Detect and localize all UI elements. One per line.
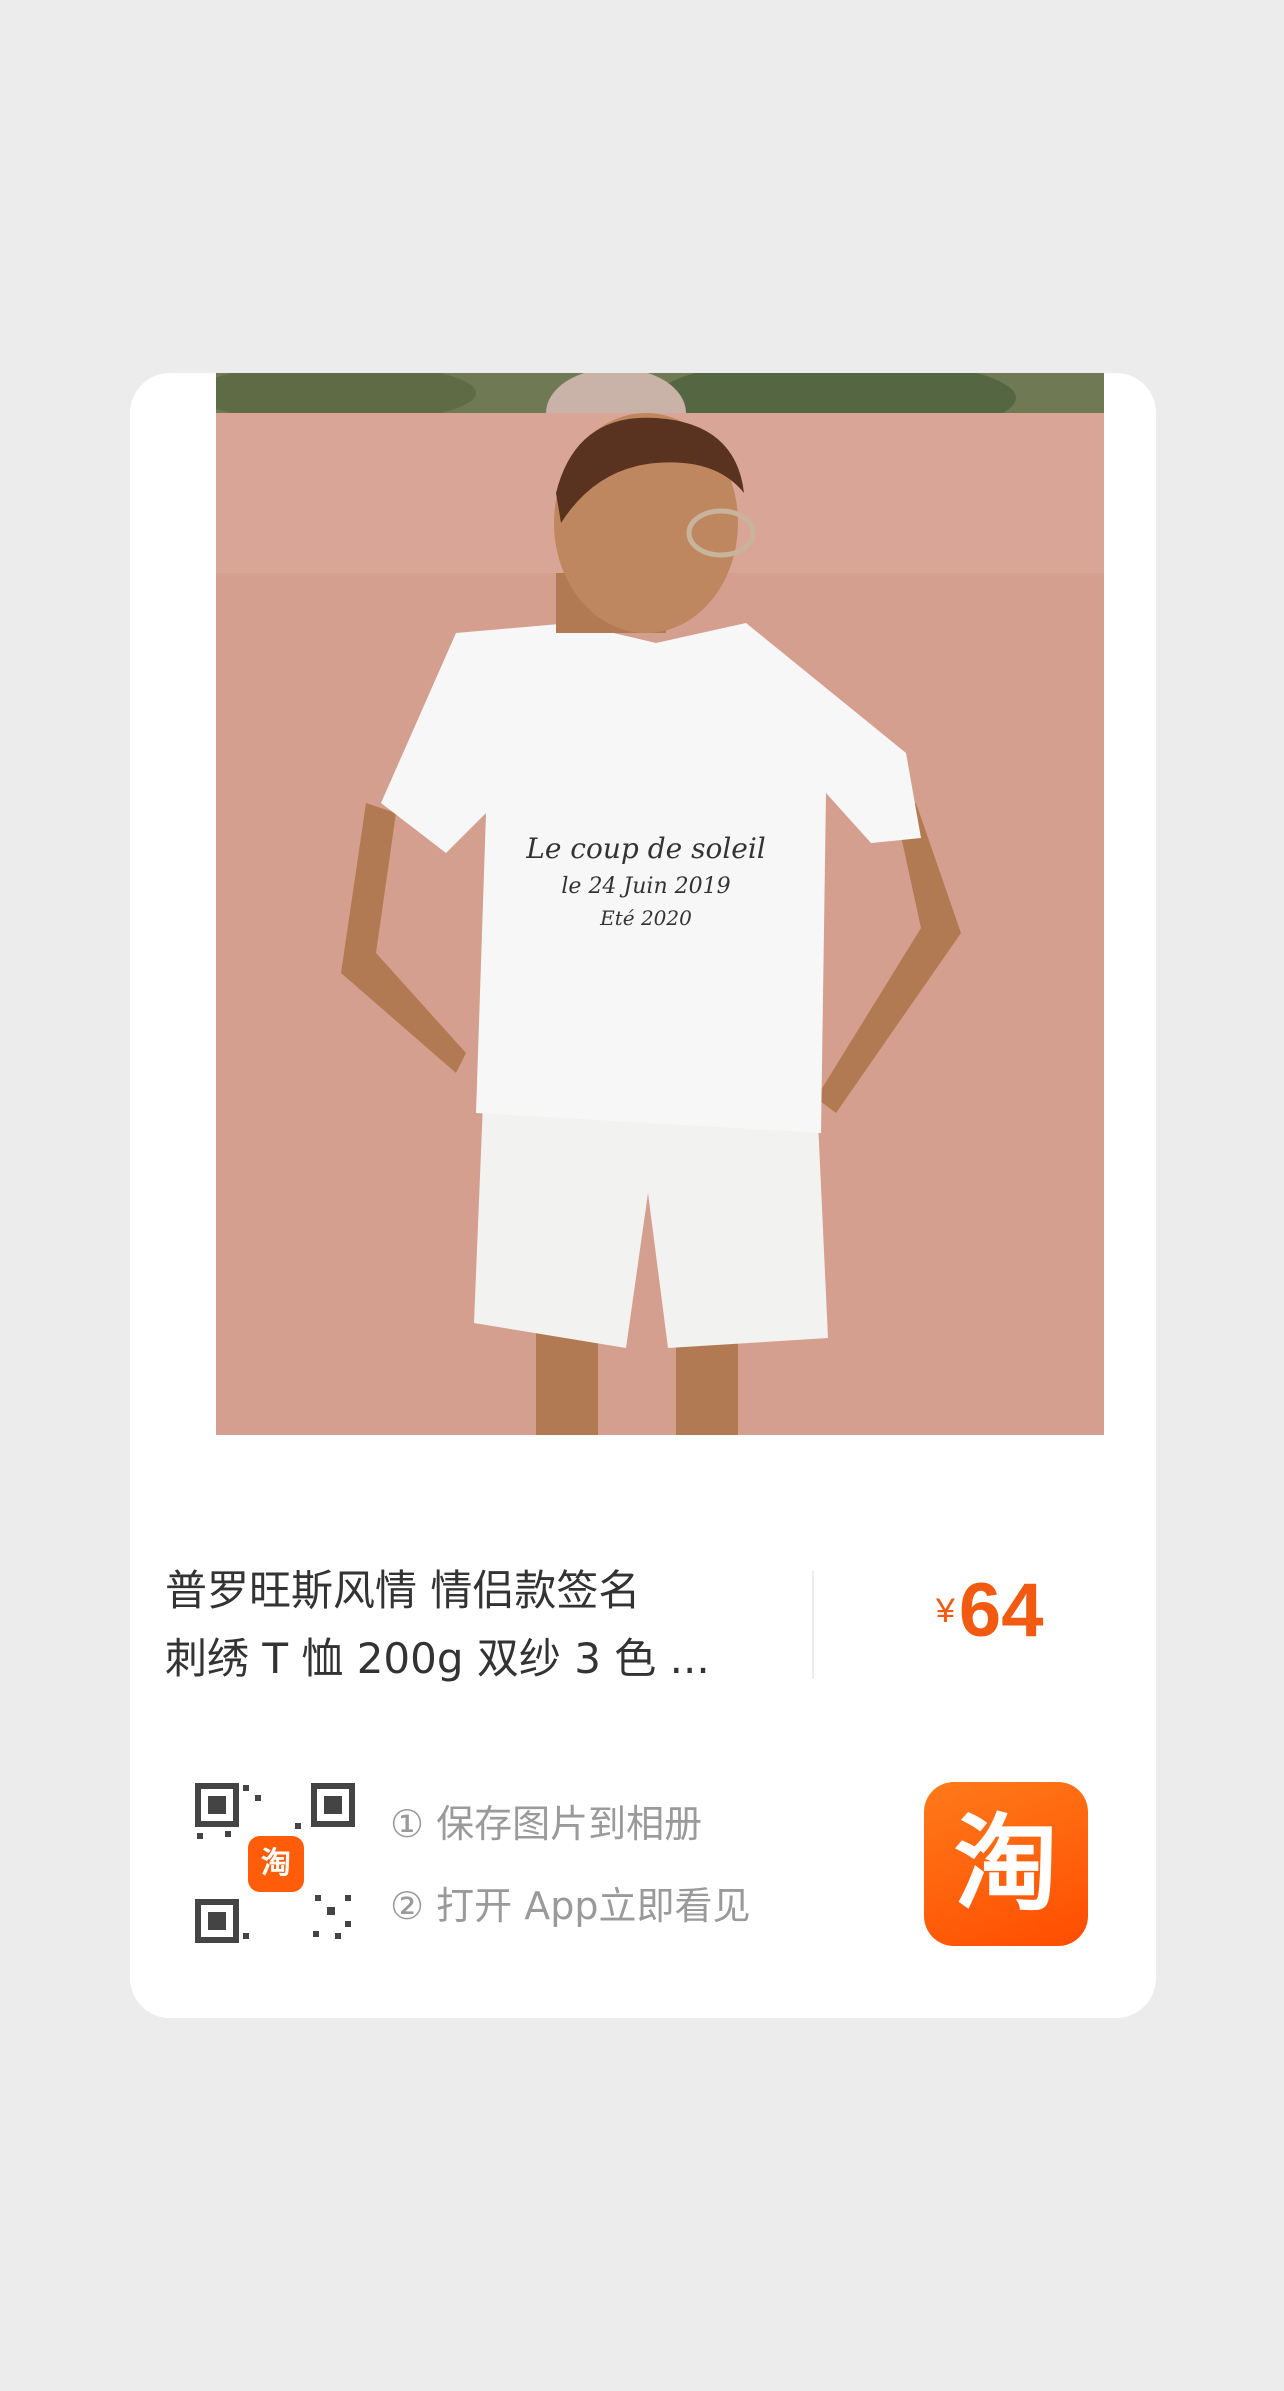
product-info-row: 普罗旺斯风情 情侣款签名 刺绣 T 恤 200g 双纱 3 色 ... ¥64: [130, 1557, 1156, 1687]
shirt-text-line3: Eté 2020: [599, 906, 692, 930]
price: ¥64: [936, 1567, 1043, 1654]
shirt-text-line1: Le coup de soleil: [525, 832, 766, 865]
instruction-step1: ① 保存图片到相册: [390, 1802, 703, 1846]
instruction-step2: ② 打开 App立即看见: [390, 1884, 751, 1928]
shirt-text-line2: le 24 Juin 2019: [561, 874, 730, 899]
share-instructions: ① 保存图片到相册 ② 打开 App立即看见: [390, 1783, 810, 1947]
product-title[interactable]: 普罗旺斯风情 情侣款签名 刺绣 T 恤 200g 双纱 3 色 ...: [165, 1557, 765, 1693]
share-card: Le coup de soleil le 24 Juin 2019 Eté 20…: [130, 373, 1156, 2018]
product-image: Le coup de soleil le 24 Juin 2019 Eté 20…: [216, 373, 1104, 1435]
product-title-line1: 普罗旺斯风情 情侣款签名: [165, 1566, 641, 1615]
currency-symbol: ¥: [936, 1592, 955, 1630]
price-amount: 64: [958, 1568, 1044, 1653]
qr-logo: 淘: [248, 1836, 304, 1892]
taobao-app-icon[interactable]: 淘: [924, 1782, 1088, 1946]
product-title-line2: 刺绣 T 恤 200g 双纱 3 色 ...: [165, 1634, 710, 1683]
qr-code[interactable]: 淘: [195, 1783, 355, 1943]
divider: [812, 1571, 814, 1679]
